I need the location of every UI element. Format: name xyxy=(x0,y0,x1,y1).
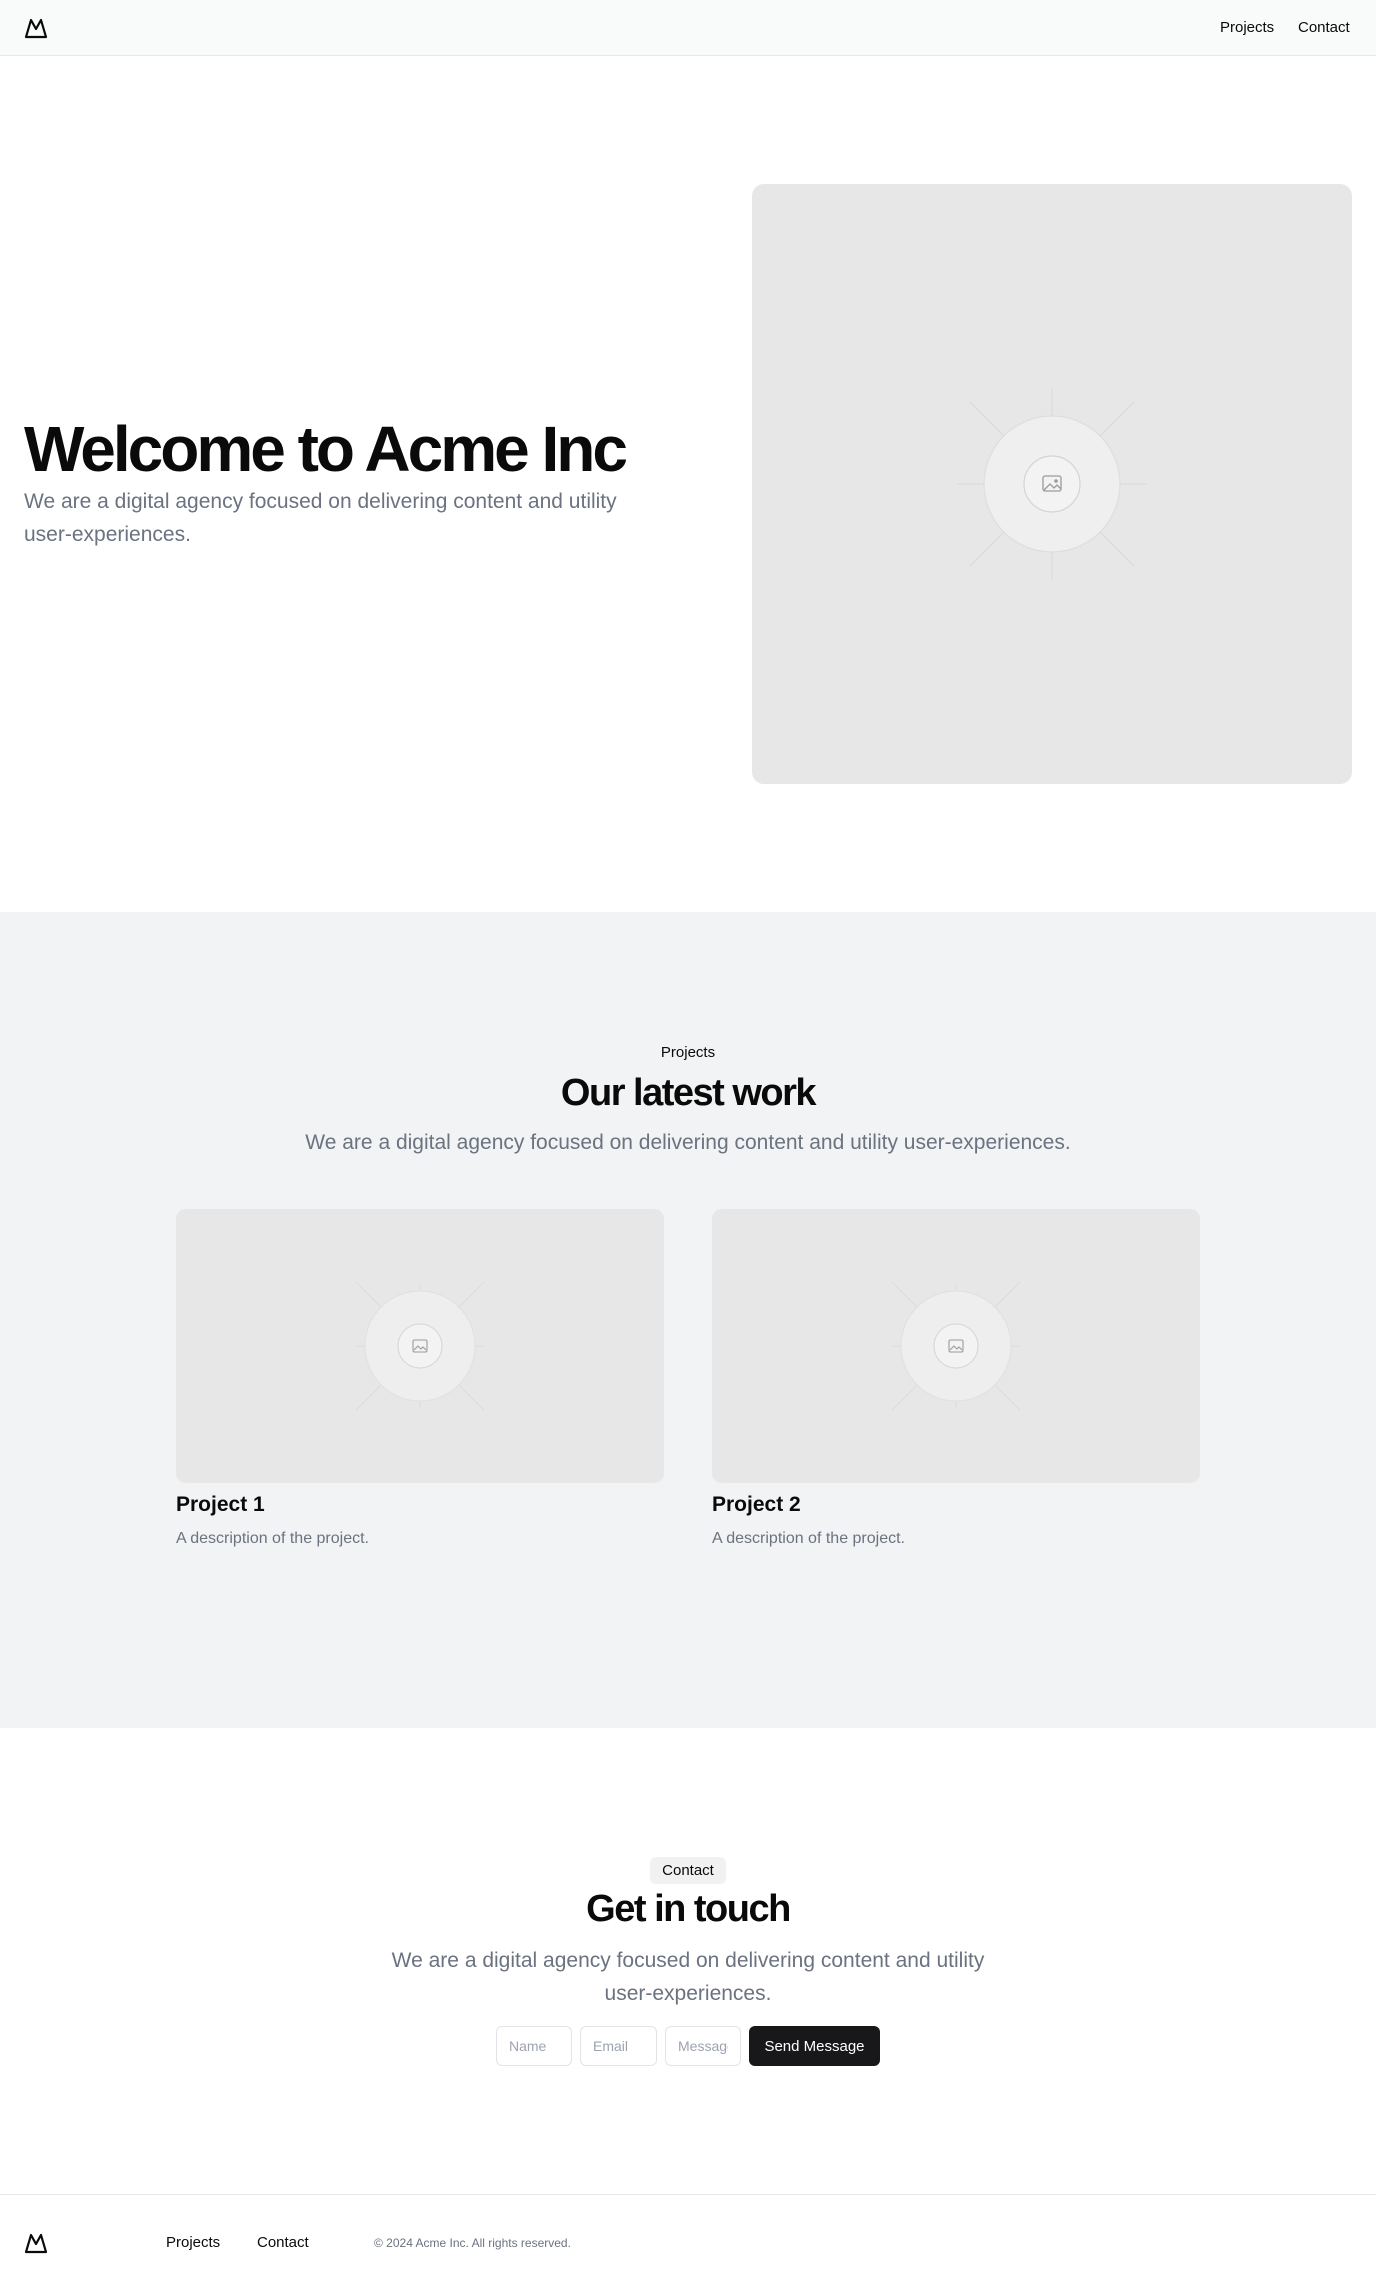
footer-link-contact[interactable]: Contact xyxy=(257,2234,309,2251)
site-footer: Projects Contact © 2024 Acme Inc. All ri… xyxy=(0,2194,1376,2291)
hero-subtitle: We are a digital agency focused on deliv… xyxy=(24,490,617,546)
copyright-text: © 2024 Acme Inc. All rights reserved. xyxy=(374,2236,571,2250)
project-title: Project 1 xyxy=(176,1493,265,1516)
mountain-icon[interactable] xyxy=(24,17,48,39)
contact-subtitle: We are a digital agency focused on deliv… xyxy=(391,1949,985,2005)
footer-link-projects[interactable]: Projects xyxy=(166,2234,220,2251)
name-input[interactable] xyxy=(496,2026,572,2066)
nav-link-contact[interactable]: Contact xyxy=(1298,19,1350,36)
message-input[interactable] xyxy=(665,2026,741,2066)
image-placeholder-icon xyxy=(957,389,1147,579)
projects-subtitle: We are a digital agency focused on deliv… xyxy=(305,1131,1071,1154)
nav-link-projects[interactable]: Projects xyxy=(1220,19,1274,36)
image-placeholder-icon xyxy=(891,1281,1021,1411)
mountain-icon[interactable] xyxy=(24,2232,48,2254)
hero-image-placeholder xyxy=(752,184,1352,784)
contact-badge: Contact xyxy=(650,1857,726,1884)
projects-section: Projects Our latest work We are a digita… xyxy=(0,912,1376,1728)
project-image-placeholder[interactable] xyxy=(176,1209,664,1483)
project-image-placeholder[interactable] xyxy=(712,1209,1200,1483)
project-description: A description of the project. xyxy=(712,1530,905,1547)
project-title: Project 2 xyxy=(712,1493,801,1516)
image-placeholder-icon xyxy=(355,1281,485,1411)
project-description: A description of the project. xyxy=(176,1530,369,1547)
hero-title: Welcome to Acme Inc xyxy=(24,413,628,485)
send-message-button[interactable]: Send Message xyxy=(749,2026,880,2066)
contact-title: Get in touch xyxy=(586,1888,791,1930)
site-header: Projects Contact xyxy=(0,0,1376,56)
projects-title: Our latest work xyxy=(560,1072,817,1114)
projects-eyebrow: Projects xyxy=(660,1044,716,1061)
email-input[interactable] xyxy=(580,2026,657,2066)
